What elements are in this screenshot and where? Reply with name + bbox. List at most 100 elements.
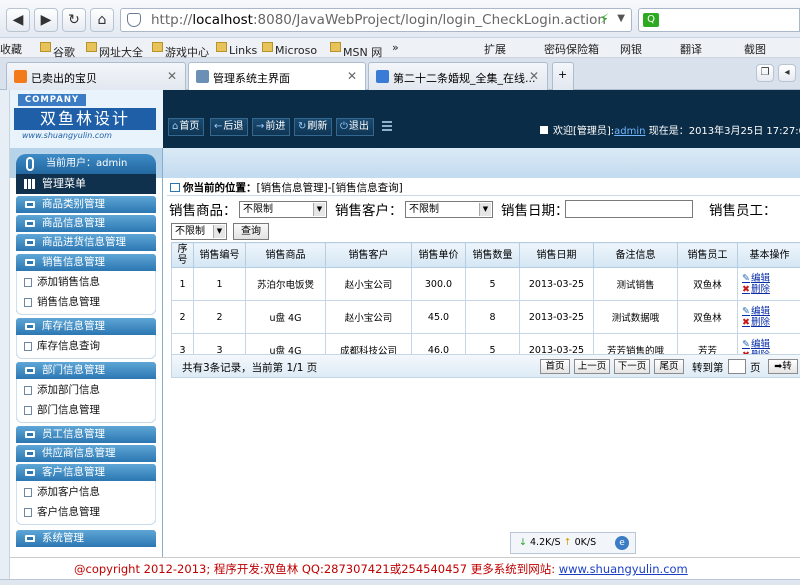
- home-button[interactable]: ⌂: [90, 8, 114, 32]
- address-text[interactable]: http://localhost:8080/JavaWebProject/log…: [151, 12, 606, 28]
- menu-purchase-info[interactable]: 商品进货信息管理: [16, 234, 156, 251]
- username-link[interactable]: admin: [614, 126, 645, 137]
- table-row: 1 1 苏泊尔电饭煲 赵小宝公司 300.0 5 2013-03-25 测试销售…: [171, 267, 800, 301]
- search-button[interactable]: 查询: [233, 223, 269, 240]
- sidebar-item-add-sales[interactable]: 添加销售信息: [16, 272, 156, 292]
- grid-icon: [24, 179, 35, 189]
- menu-supplier-info[interactable]: 供应商信息管理: [16, 445, 156, 462]
- edit-link[interactable]: ✎编辑: [742, 273, 800, 284]
- pagination-bar: 共有3条记录，当前第 1/1 页 首页 上一页 下一页 尾页 转到第 页 ➡转: [171, 354, 800, 378]
- menu-folder-icon: [25, 450, 35, 457]
- menu-folder-icon: [25, 220, 35, 227]
- back-button[interactable]: ◀: [6, 8, 30, 32]
- ebank-button[interactable]: 网银: [620, 41, 642, 57]
- delete-link[interactable]: ✖删除: [742, 317, 800, 328]
- sidebar-item-add-dept[interactable]: 添加部门信息: [16, 380, 156, 400]
- search-input[interactable]: Q: [638, 8, 800, 32]
- bookmark-microsoft[interactable]: Microso: [262, 41, 317, 57]
- col-price-header: 销售单价: [411, 242, 466, 268]
- sidebar-item-manage-sales[interactable]: 销售信息管理: [16, 292, 156, 312]
- new-tab-button[interactable]: +: [552, 62, 574, 90]
- cell-memo: 测试数据哦: [593, 300, 678, 334]
- last-page-button[interactable]: 尾页: [654, 359, 684, 374]
- bookmark-msn[interactable]: MSN 网: [330, 41, 382, 59]
- bookmark-links[interactable]: Links: [216, 41, 257, 57]
- menu-folder-icon: [25, 431, 35, 438]
- cell-qty: 5: [465, 267, 520, 301]
- doc-icon: [24, 386, 32, 395]
- current-user-label: 当前用户：admin: [46, 158, 128, 169]
- delete-link[interactable]: ✖删除: [742, 284, 800, 295]
- menu-product-category[interactable]: 商品类别管理: [16, 196, 156, 213]
- date-input[interactable]: [565, 200, 693, 218]
- menu-product-info[interactable]: 商品信息管理: [16, 215, 156, 232]
- go-button[interactable]: ➡转: [768, 359, 798, 374]
- sidebar-item-stock-query[interactable]: 库存信息查询: [16, 336, 156, 356]
- main-content: 你当前的位置：[销售信息管理]-[销售信息查询] 销售商品： 不限制 ▼ 销售客户…: [162, 178, 800, 560]
- lightning-icon[interactable]: ⚡: [600, 12, 609, 27]
- browser-logo-icon[interactable]: e: [615, 536, 629, 550]
- menu-system[interactable]: 系统管理: [16, 530, 156, 547]
- col-date-header: 销售日期: [519, 242, 594, 268]
- extensions-button[interactable]: 扩展: [484, 41, 506, 57]
- menu-folder-icon: [25, 201, 35, 208]
- menu-stock-info[interactable]: 库存信息管理: [16, 318, 156, 335]
- sidebar-item-manage-customer[interactable]: 客户信息管理: [16, 502, 156, 522]
- forward-nav-button[interactable]: →前进: [252, 118, 291, 136]
- product-select[interactable]: 不限制 ▼: [239, 201, 327, 218]
- tab-menu-icon[interactable]: ◂: [778, 64, 796, 82]
- next-page-button[interactable]: 下一页: [614, 359, 650, 374]
- bookmark-google[interactable]: 谷歌: [40, 41, 75, 59]
- sidebar-item-manage-dept[interactable]: 部门信息管理: [16, 400, 156, 420]
- edit-link[interactable]: ✎编辑: [742, 306, 800, 317]
- bookmark-hao123[interactable]: 网址大全: [86, 41, 143, 59]
- menu-sales-info[interactable]: 销售信息管理: [16, 254, 156, 271]
- prev-page-button[interactable]: 上一页: [574, 359, 610, 374]
- chevron-down-icon[interactable]: ▼: [617, 13, 625, 24]
- bookmarks-bar: 收藏 谷歌 网址大全 游戏中心 Links Microso MSN 网 » 扩展…: [0, 38, 800, 59]
- sidebar-item-add-customer[interactable]: 添加客户信息: [16, 482, 156, 502]
- menu-dept-info[interactable]: 部门信息管理: [16, 362, 156, 379]
- home-nav-button[interactable]: ⌂首页: [168, 118, 205, 136]
- menu-employee-info[interactable]: 员工信息管理: [16, 426, 156, 443]
- table-row: 2 2 u盘 4G 赵小宝公司 45.0 8 2013-03-25 测试数据哦 …: [171, 300, 800, 334]
- address-bar[interactable]: http://localhost:8080/JavaWebProject/log…: [120, 8, 632, 32]
- menu-customer-info[interactable]: 客户信息管理: [16, 464, 156, 481]
- customer-select[interactable]: 不限制 ▼: [405, 201, 493, 218]
- shield-icon: [127, 13, 141, 27]
- close-icon[interactable]: ✕: [529, 69, 539, 83]
- close-icon[interactable]: ✕: [347, 69, 357, 83]
- customer-label: 销售客户：: [335, 203, 403, 219]
- tab-sold-items[interactable]: 已卖出的宝贝 ✕: [6, 62, 186, 90]
- goto-page-input[interactable]: [728, 359, 746, 374]
- first-page-button[interactable]: 首页: [540, 359, 570, 374]
- tab-video[interactable]: 第二十二条婚规_全集_在线... ✕: [368, 62, 548, 90]
- folder-icon: [40, 42, 51, 52]
- welcome-text: 欢迎[管理员]:admin 现在是：2013年3月25日 17:27:04: [540, 122, 800, 137]
- close-icon[interactable]: ✕: [167, 69, 177, 83]
- current-user-bar: 当前用户：admin: [16, 154, 156, 174]
- pencil-icon: ✎: [742, 273, 750, 284]
- refresh-nav-button[interactable]: ↻刷新: [294, 118, 333, 136]
- menu-folder-icon: [25, 259, 35, 266]
- logout-button[interactable]: ⏻退出: [336, 118, 374, 136]
- password-safe-button[interactable]: 密码保险箱: [544, 41, 599, 57]
- menu-folder-icon: [25, 367, 35, 374]
- bookmark-favorites[interactable]: 收藏: [0, 41, 22, 57]
- search-engine-icon[interactable]: Q: [643, 13, 659, 27]
- bookmark-more[interactable]: »: [392, 41, 399, 54]
- forward-button[interactable]: ▶: [34, 8, 58, 32]
- location-icon: [170, 183, 180, 192]
- employee-select[interactable]: 不限制 ▼: [171, 223, 227, 240]
- translate-button[interactable]: 翻译: [680, 41, 702, 57]
- product-label: 销售商品：: [169, 203, 237, 219]
- screenshot-button[interactable]: 截图: [744, 41, 766, 57]
- refresh-button[interactable]: ↻: [62, 8, 86, 32]
- bookmark-games[interactable]: 游戏中心: [152, 41, 209, 59]
- back-nav-button[interactable]: ←后退: [210, 118, 249, 136]
- restore-window-icon[interactable]: ❐: [756, 64, 774, 82]
- edit-link[interactable]: ✎编辑: [742, 339, 800, 350]
- tab-admin-main[interactable]: 管理系统主界面 ✕: [188, 62, 366, 90]
- menu-lines-icon: [382, 121, 392, 133]
- footer-site-link[interactable]: www.shuangyulin.com: [559, 562, 688, 576]
